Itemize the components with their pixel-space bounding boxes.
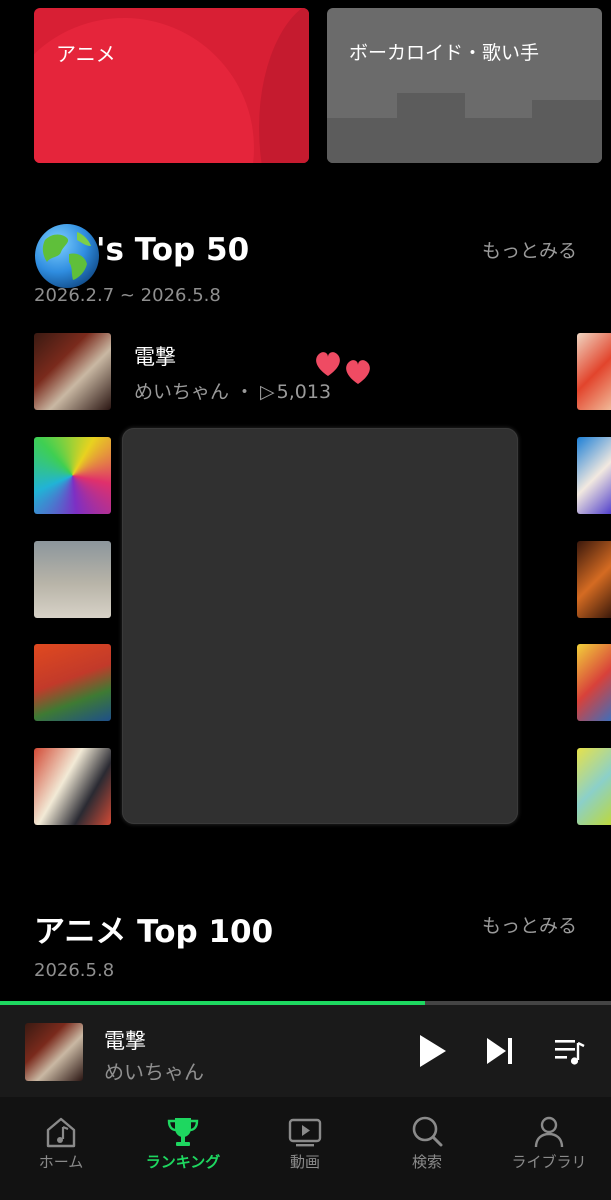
ranking-screen: アニメ ボーカロイド・歌い手 's Top 50 2026.2.7 ~ 2026… bbox=[0, 0, 611, 1200]
card-decoration bbox=[259, 8, 309, 163]
nav-label: ライブラリ bbox=[511, 1153, 587, 1171]
nav-search[interactable]: 検索 bbox=[366, 1097, 488, 1200]
mini-player[interactable]: 電撃 めいちゃん bbox=[0, 1005, 611, 1097]
section-title-anime: アニメ Top 100 bbox=[34, 914, 274, 950]
now-playing-thumbnail[interactable] bbox=[25, 1023, 83, 1081]
meta-separator: ・ bbox=[235, 381, 255, 403]
more-link-world[interactable]: もっとみる bbox=[482, 236, 577, 263]
genre-card-label: ボーカロイド・歌い手 bbox=[349, 42, 540, 64]
hearts-icon bbox=[316, 352, 370, 384]
nav-home[interactable]: ホーム bbox=[0, 1097, 122, 1200]
track-thumbnail[interactable] bbox=[34, 541, 111, 618]
genre-card-vocaloid[interactable]: ボーカロイド・歌い手 bbox=[327, 8, 602, 163]
play-icon[interactable] bbox=[414, 1031, 450, 1071]
section-title-world: 's Top 50 bbox=[96, 232, 250, 268]
track-thumbnail[interactable] bbox=[34, 333, 111, 410]
nav-label: 動画 bbox=[289, 1153, 320, 1171]
track-title[interactable]: 電撃 bbox=[134, 341, 176, 371]
trophy-icon bbox=[167, 1118, 199, 1146]
now-playing-artist: めいちゃん bbox=[104, 1060, 204, 1084]
queue-icon[interactable] bbox=[552, 1031, 588, 1071]
overlay-panel bbox=[122, 428, 518, 824]
nav-label: ランキング bbox=[145, 1153, 221, 1171]
more-link-anime[interactable]: もっとみる bbox=[482, 911, 577, 938]
track-thumbnail[interactable] bbox=[34, 437, 111, 514]
genre-card-label: アニメ bbox=[56, 42, 116, 66]
track-thumbnail[interactable] bbox=[577, 333, 611, 410]
track-thumbnail[interactable] bbox=[34, 748, 111, 825]
track-artist: めいちゃん bbox=[134, 381, 230, 403]
card-decoration bbox=[397, 93, 465, 163]
card-decoration bbox=[532, 100, 602, 163]
nav-video[interactable]: 動画 bbox=[244, 1097, 366, 1200]
bottom-nav: ホーム ランキング 動画 検索 ライブラリ bbox=[0, 1097, 611, 1200]
play-count-icon: ▷ bbox=[260, 381, 275, 403]
home-music-icon bbox=[46, 1117, 76, 1148]
track-thumbnail[interactable] bbox=[577, 541, 611, 618]
globe-icon bbox=[35, 224, 99, 288]
nav-label: 検索 bbox=[411, 1153, 442, 1171]
video-icon bbox=[288, 1118, 322, 1147]
track-thumbnail[interactable] bbox=[577, 748, 611, 825]
section-date-range: 2026.2.7 ~ 2026.5.8 bbox=[34, 285, 221, 306]
skip-next-icon[interactable] bbox=[482, 1031, 518, 1071]
track-thumbnail[interactable] bbox=[577, 644, 611, 721]
nav-label: ホーム bbox=[38, 1153, 84, 1171]
search-icon bbox=[412, 1116, 443, 1147]
genre-card-anime[interactable]: アニメ bbox=[34, 8, 309, 163]
track-meta: めいちゃん・ ▷ 5,013 bbox=[134, 377, 331, 404]
now-playing-title: 電撃 bbox=[104, 1029, 146, 1053]
section-date: 2026.5.8 bbox=[34, 960, 115, 981]
track-thumbnail[interactable] bbox=[577, 437, 611, 514]
nav-library[interactable]: ライブラリ bbox=[488, 1097, 610, 1200]
nav-ranking[interactable]: ランキング bbox=[122, 1097, 244, 1200]
track-thumbnail[interactable] bbox=[34, 644, 111, 721]
profile-icon bbox=[534, 1116, 564, 1148]
